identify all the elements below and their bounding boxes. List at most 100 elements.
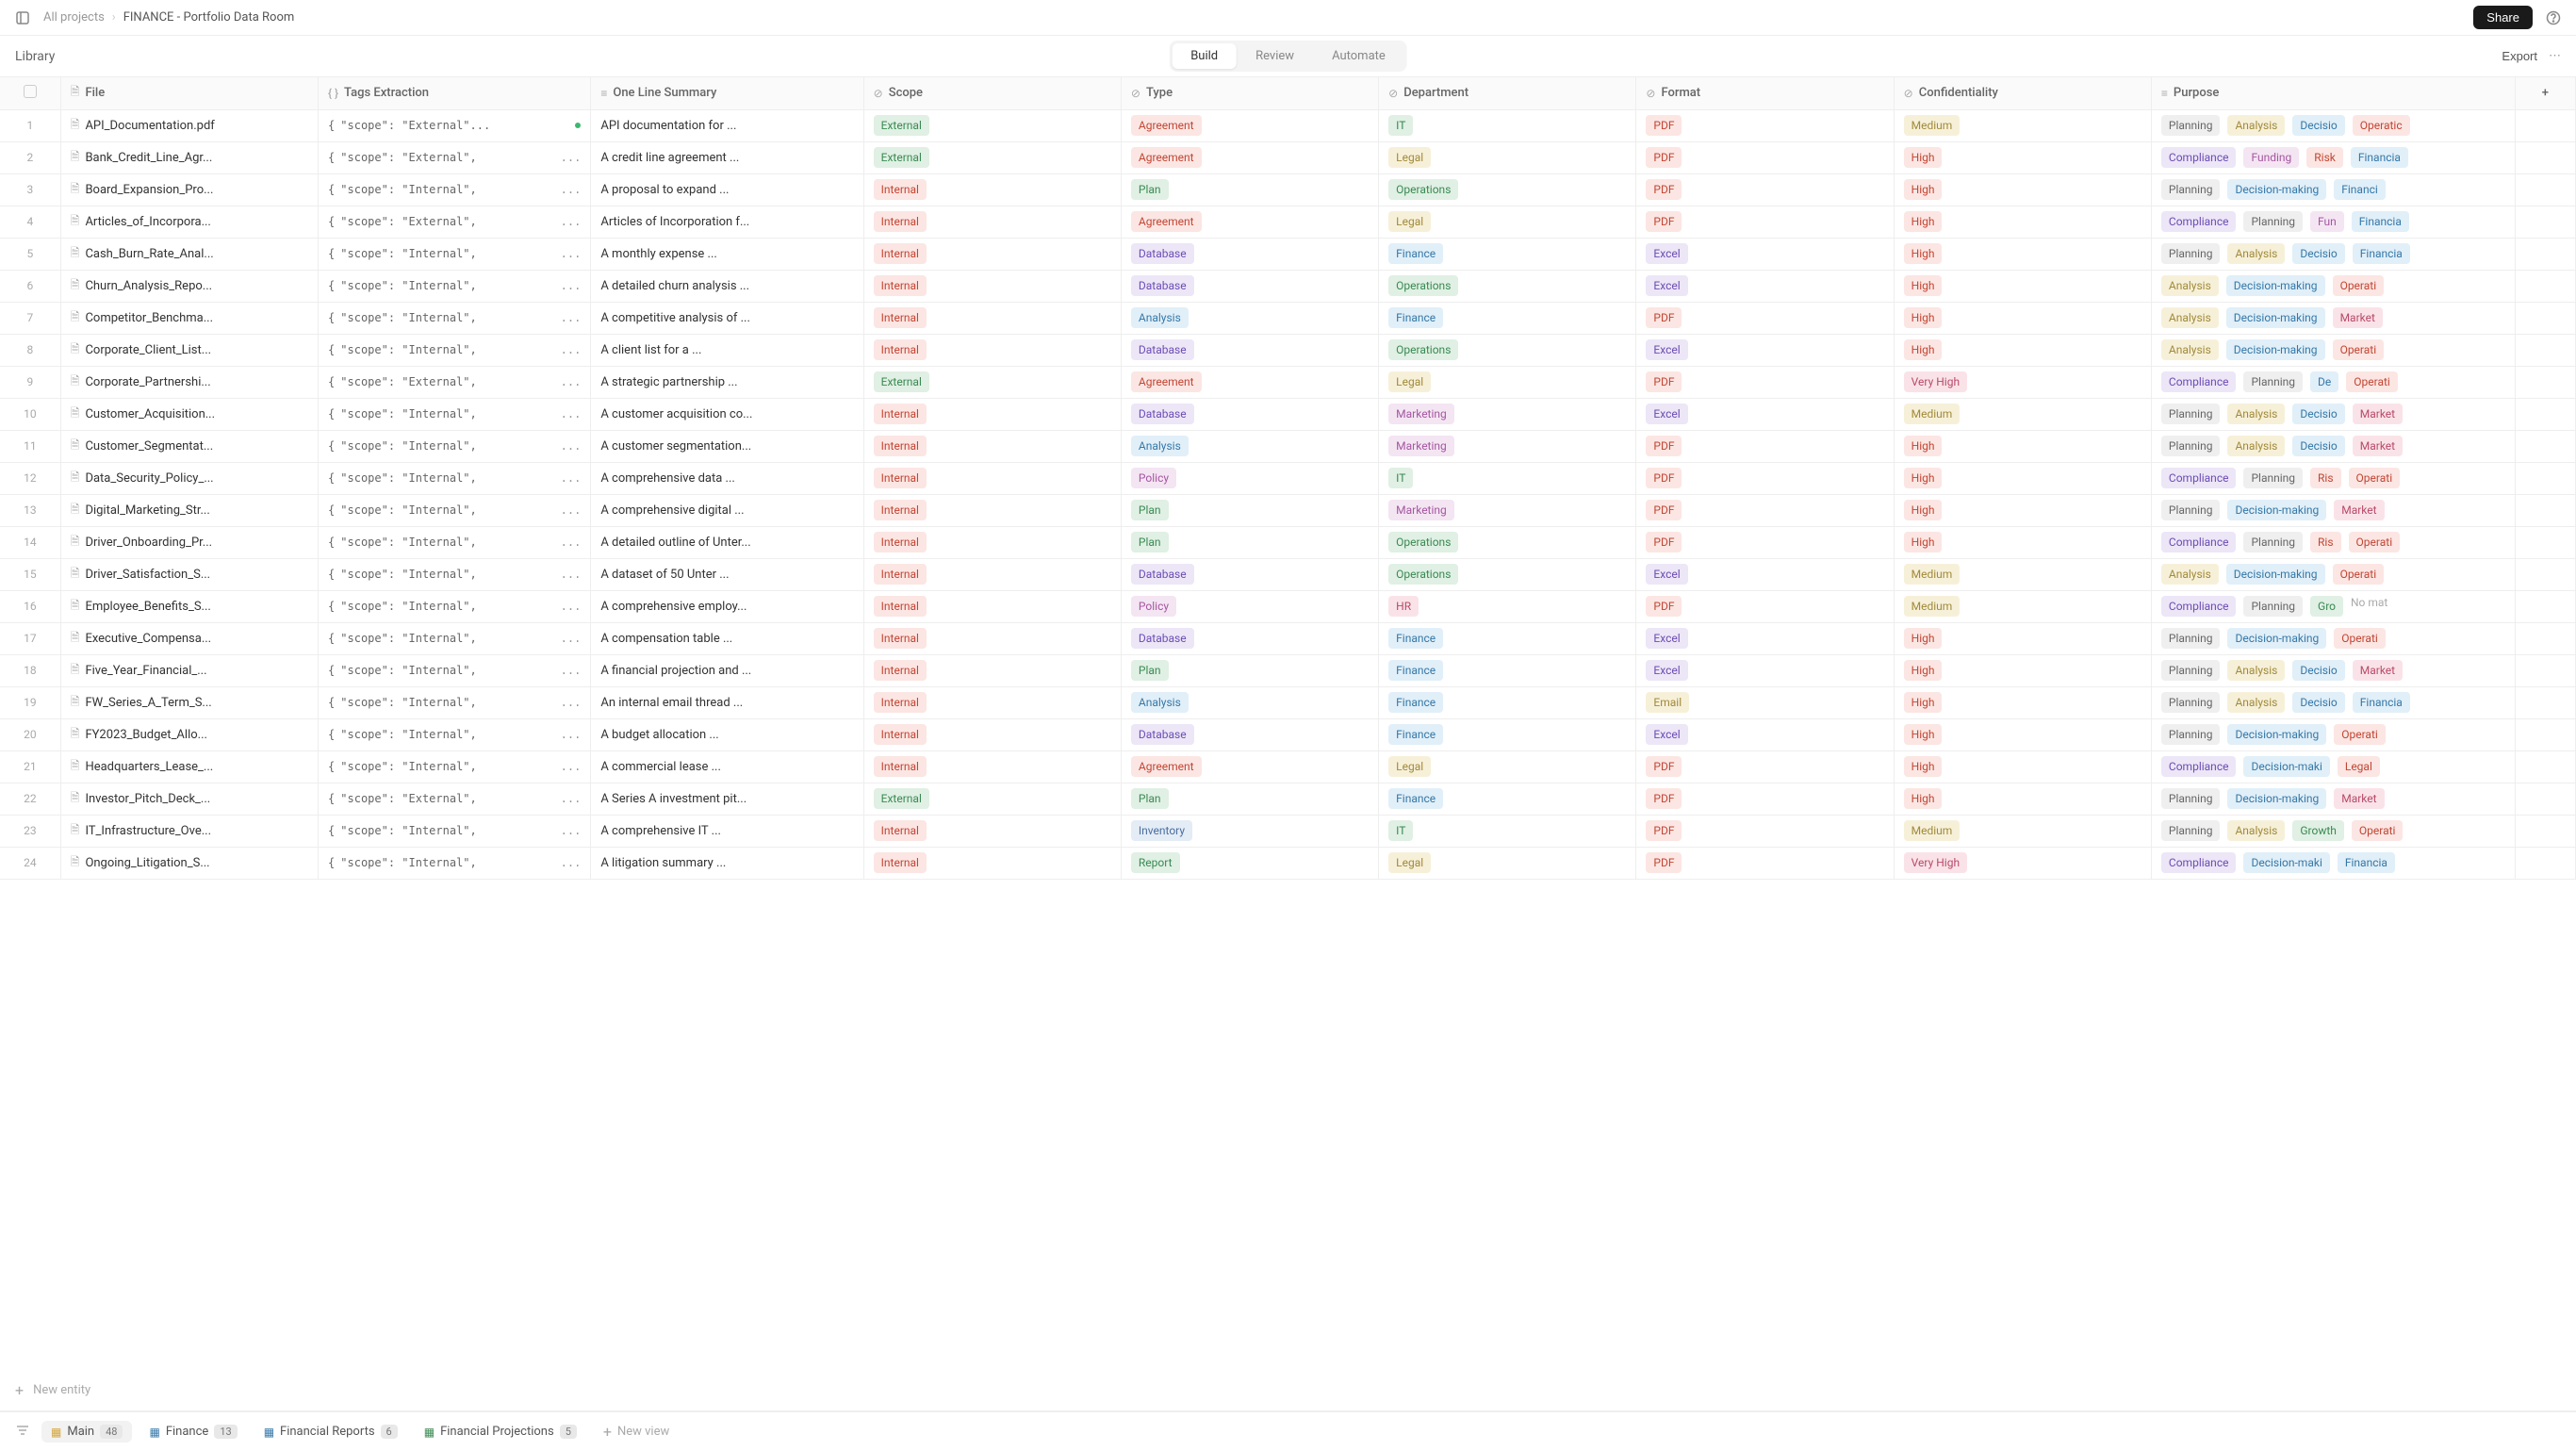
summary-cell[interactable]: A litigation summary ... xyxy=(591,847,863,879)
file-cell[interactable]: 🗎 Five_Year_Financial_... xyxy=(60,654,318,686)
table-row[interactable]: 15 🗎 Driver_Satisfaction_S... { "scope":… xyxy=(0,558,2576,590)
more-icon[interactable]: ... xyxy=(561,407,582,420)
tags-cell[interactable]: { "scope": "Internal", ... xyxy=(319,173,591,206)
scope-cell[interactable]: External xyxy=(863,141,1121,173)
tab-review[interactable]: Review xyxy=(1237,43,1313,69)
dept-cell[interactable]: IT xyxy=(1379,815,1636,847)
tags-cell[interactable]: { "scope": "External", ... xyxy=(319,141,591,173)
file-cell[interactable]: 🗎 FW_Series_A_Term_S... xyxy=(60,686,318,718)
conf-cell[interactable]: High xyxy=(1894,334,2151,366)
breadcrumb-current[interactable]: FINANCE - Portfolio Data Room xyxy=(123,10,295,25)
dept-cell[interactable]: IT xyxy=(1379,109,1636,141)
purpose-cell[interactable]: CompliancePlanningFunFinancia xyxy=(2151,206,2515,238)
tags-cell[interactable]: { "scope": "Internal", ... xyxy=(319,270,591,302)
scope-cell[interactable]: External xyxy=(863,366,1121,398)
type-cell[interactable]: Report xyxy=(1121,847,1378,879)
tags-cell[interactable]: { "scope": "Internal", ... xyxy=(319,750,591,783)
type-cell[interactable]: Plan xyxy=(1121,494,1378,526)
table-row[interactable]: 3 🗎 Board_Expansion_Pro... { "scope": "I… xyxy=(0,173,2576,206)
summary-cell[interactable]: A dataset of 50 Unter ... xyxy=(591,558,863,590)
format-cell[interactable]: PDF xyxy=(1636,430,1894,462)
purpose-cell[interactable]: AnalysisDecision-makingOperati xyxy=(2151,334,2515,366)
dept-cell[interactable]: Marketing xyxy=(1379,430,1636,462)
purpose-cell[interactable]: ComplianceFundingRiskFinancia xyxy=(2151,141,2515,173)
scope-cell[interactable]: Internal xyxy=(863,302,1121,334)
dept-cell[interactable]: Operations xyxy=(1379,526,1636,558)
summary-cell[interactable]: A customer acquisition co... xyxy=(591,398,863,430)
table-row[interactable]: 17 🗎 Executive_Compensa... { "scope": "I… xyxy=(0,622,2576,654)
purpose-cell[interactable]: AnalysisDecision-makingOperati xyxy=(2151,558,2515,590)
dept-cell[interactable]: Finance xyxy=(1379,302,1636,334)
table-row[interactable]: 1 🗎 API_Documentation.pdf { "scope": "Ex… xyxy=(0,109,2576,141)
purpose-cell[interactable]: PlanningAnalysisDecisioFinancia xyxy=(2151,238,2515,270)
tags-cell[interactable]: { "scope": "Internal", ... xyxy=(319,686,591,718)
table-row[interactable]: 6 🗎 Churn_Analysis_Repo... { "scope": "I… xyxy=(0,270,2576,302)
header-type[interactable]: ⊘Type xyxy=(1121,77,1378,109)
tags-cell[interactable]: { "scope": "Internal", ... xyxy=(319,430,591,462)
tags-cell[interactable]: { "scope": "External", ... xyxy=(319,783,591,815)
conf-cell[interactable]: High xyxy=(1894,141,2151,173)
scope-cell[interactable]: Internal xyxy=(863,238,1121,270)
scope-cell[interactable]: Internal xyxy=(863,270,1121,302)
file-cell[interactable]: 🗎 Board_Expansion_Pro... xyxy=(60,173,318,206)
conf-cell[interactable]: High xyxy=(1894,526,2151,558)
header-file[interactable]: 🗎File xyxy=(60,77,318,109)
format-cell[interactable]: PDF xyxy=(1636,462,1894,494)
summary-cell[interactable]: A financial projection and ... xyxy=(591,654,863,686)
summary-cell[interactable]: A commercial lease ... xyxy=(591,750,863,783)
tab-automate[interactable]: Automate xyxy=(1313,43,1404,69)
summary-cell[interactable]: A client list for a ... xyxy=(591,334,863,366)
format-cell[interactable]: Excel xyxy=(1636,238,1894,270)
file-cell[interactable]: 🗎 Investor_Pitch_Deck_... xyxy=(60,783,318,815)
tags-cell[interactable]: { "scope": "Internal", ... xyxy=(319,718,591,750)
purpose-cell[interactable]: PlanningDecision-makingFinanci xyxy=(2151,173,2515,206)
dept-cell[interactable]: Operations xyxy=(1379,334,1636,366)
format-cell[interactable]: Excel xyxy=(1636,398,1894,430)
tags-cell[interactable]: { "scope": "Internal", ... xyxy=(319,815,591,847)
format-cell[interactable]: PDF xyxy=(1636,783,1894,815)
summary-cell[interactable]: A competitive analysis of ... xyxy=(591,302,863,334)
purpose-cell[interactable]: PlanningDecision-makingOperati xyxy=(2151,718,2515,750)
type-cell[interactable]: Policy xyxy=(1121,590,1378,622)
header-tags[interactable]: { }Tags Extraction xyxy=(319,77,591,109)
tags-cell[interactable]: { "scope": "External", ... xyxy=(319,366,591,398)
table-scroll[interactable]: 🗎File { }Tags Extraction ≡One Line Summa… xyxy=(0,77,2576,1370)
format-cell[interactable]: PDF xyxy=(1636,302,1894,334)
more-icon[interactable]: ... xyxy=(561,279,582,292)
table-row[interactable]: 24 🗎 Ongoing_Litigation_S... { "scope": … xyxy=(0,847,2576,879)
format-cell[interactable]: PDF xyxy=(1636,206,1894,238)
format-cell[interactable]: PDF xyxy=(1636,141,1894,173)
header-purpose[interactable]: ≡Purpose xyxy=(2151,77,2515,109)
type-cell[interactable]: Agreement xyxy=(1121,750,1378,783)
scope-cell[interactable]: Internal xyxy=(863,430,1121,462)
view-projections[interactable]: ▦ Financial Projections 5 xyxy=(415,1421,586,1443)
conf-cell[interactable]: Very High xyxy=(1894,366,2151,398)
view-main[interactable]: ▦ Main 48 xyxy=(41,1421,132,1443)
dept-cell[interactable]: Operations xyxy=(1379,173,1636,206)
summary-cell[interactable]: A comprehensive employ... xyxy=(591,590,863,622)
conf-cell[interactable]: High xyxy=(1894,302,2151,334)
scope-cell[interactable]: External xyxy=(863,109,1121,141)
type-cell[interactable]: Plan xyxy=(1121,783,1378,815)
file-cell[interactable]: 🗎 Customer_Acquisition... xyxy=(60,398,318,430)
tags-cell[interactable]: { "scope": "Internal", ... xyxy=(319,654,591,686)
more-icon[interactable]: ... xyxy=(561,215,582,228)
scope-cell[interactable]: Internal xyxy=(863,750,1121,783)
purpose-cell[interactable]: PlanningAnalysisDecisioMarket xyxy=(2151,430,2515,462)
dept-cell[interactable]: Operations xyxy=(1379,270,1636,302)
purpose-cell[interactable]: PlanningDecision-makingOperati xyxy=(2151,622,2515,654)
scope-cell[interactable]: Internal xyxy=(863,173,1121,206)
conf-cell[interactable]: High xyxy=(1894,750,2151,783)
format-cell[interactable]: Excel xyxy=(1636,718,1894,750)
breadcrumb-root[interactable]: All projects xyxy=(43,10,105,25)
tab-build[interactable]: Build xyxy=(1172,43,1237,69)
dept-cell[interactable]: Finance xyxy=(1379,622,1636,654)
format-cell[interactable]: PDF xyxy=(1636,590,1894,622)
purpose-cell[interactable]: PlanningAnalysisDecisioMarket xyxy=(2151,654,2515,686)
table-row[interactable]: 7 🗎 Competitor_Benchma... { "scope": "In… xyxy=(0,302,2576,334)
purpose-cell[interactable]: PlanningAnalysisGrowthOperati xyxy=(2151,815,2515,847)
format-cell[interactable]: PDF xyxy=(1636,173,1894,206)
purpose-cell[interactable]: CompliancePlanningGroNo mat xyxy=(2151,590,2515,622)
summary-cell[interactable]: A strategic partnership ... xyxy=(591,366,863,398)
conf-cell[interactable]: High xyxy=(1894,462,2151,494)
